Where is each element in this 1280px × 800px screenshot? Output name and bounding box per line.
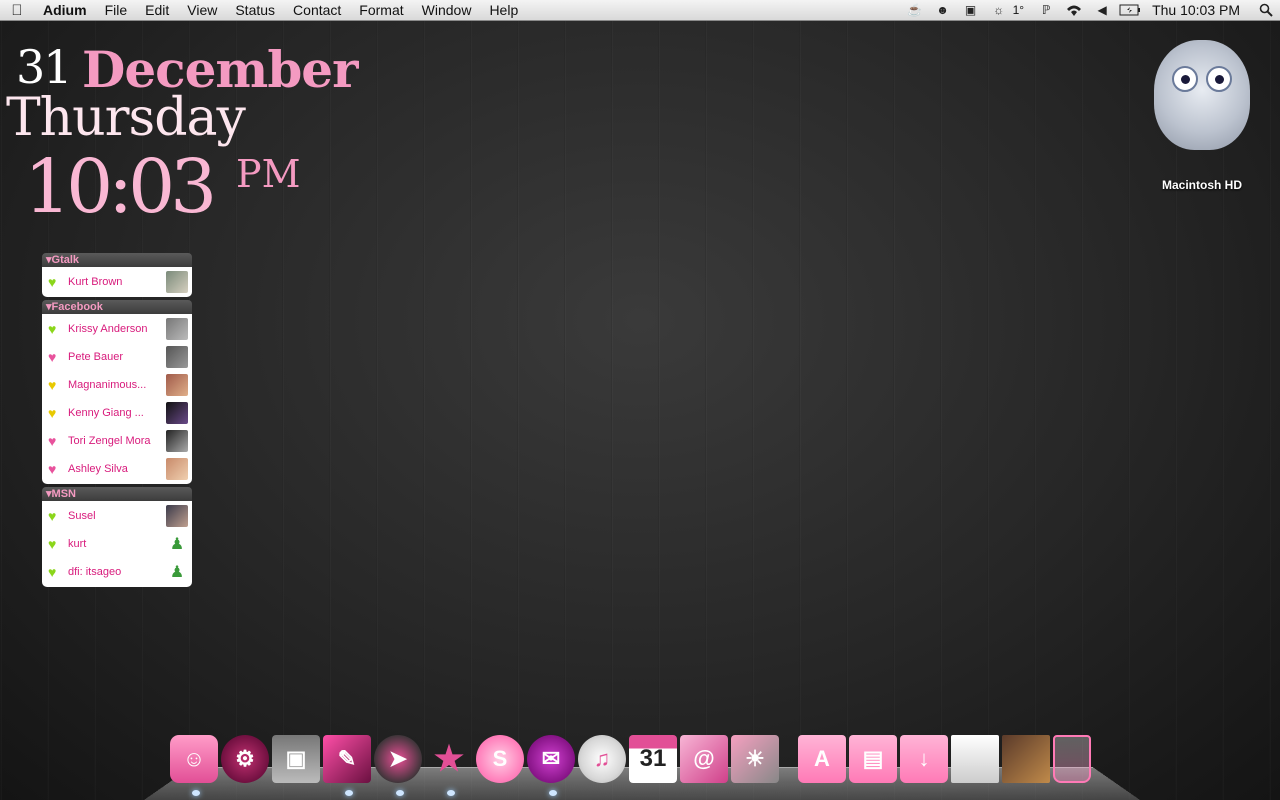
heart-status-icon: ♥ xyxy=(48,274,57,290)
heart-status-icon: ♥ xyxy=(48,433,57,449)
heart-status-icon: ♥ xyxy=(48,405,57,421)
avatar xyxy=(166,458,188,480)
cat-drive-icon xyxy=(1154,40,1250,150)
group-header-facebook[interactable]: ▾Facebook xyxy=(42,300,192,314)
list-item[interactable]: ♥ Tori Zengel Mora xyxy=(42,427,192,455)
list-item[interactable]: ♥ Pete Bauer xyxy=(42,343,192,371)
heart-status-icon: ♥ xyxy=(48,377,57,393)
ical-icon[interactable]: 31 xyxy=(629,735,677,783)
adium-icon[interactable]: ★ xyxy=(425,735,473,783)
running-indicator xyxy=(447,790,455,796)
ichat-icon[interactable]: ✉ xyxy=(527,735,575,783)
menubar-clock[interactable]: Thu 10:03 PM xyxy=(1144,2,1252,18)
group-header-msn[interactable]: ▾MSN xyxy=(42,487,192,501)
dashboard-icon[interactable]: ⚙ xyxy=(221,735,269,783)
preview-icon[interactable]: ✎ xyxy=(323,735,371,783)
applications-folder-icon[interactable]: A xyxy=(798,735,846,783)
list-item[interactable]: ♥ Susel xyxy=(42,502,192,530)
buddy-list: ▾Gtalk ♥ Kurt Brown ▾Facebook ♥ Krissy A… xyxy=(42,253,192,590)
widget-time: 10:03 xyxy=(24,144,217,230)
list-item[interactable]: ♥ dfi: itsageo ♟ xyxy=(42,558,192,586)
menu-edit[interactable]: Edit xyxy=(136,0,178,21)
documents-folder-icon[interactable]: ▤ xyxy=(849,735,897,783)
avatar xyxy=(166,430,188,452)
dock: ☺ ⚙ ▣ ✎ ➤ ★ S ✉ ♫ 31 @ ☀ A ▤ ↓ xyxy=(170,733,1094,783)
dock-separator[interactable] xyxy=(782,739,798,783)
drive-label: Macintosh HD xyxy=(1161,178,1242,192)
heart-status-icon: ♥ xyxy=(48,349,57,365)
group-msn: ♥ Susel ♥ kurt ♟ ♥ dfi: itsageo ♟ xyxy=(42,501,192,587)
menu-file[interactable]: File xyxy=(96,0,137,21)
list-item[interactable]: ♥ Kenny Giang ... xyxy=(42,399,192,427)
msn-buddy-icon: ♟ xyxy=(169,536,185,553)
wifi-icon[interactable] xyxy=(1060,0,1088,21)
avatar xyxy=(166,346,188,368)
heart-status-icon: ♥ xyxy=(48,508,57,524)
group-header-gtalk[interactable]: ▾Gtalk xyxy=(42,253,192,267)
list-item[interactable]: ♥ Krissy Anderson xyxy=(42,315,192,343)
group-gtalk: ♥ Kurt Brown xyxy=(42,267,192,297)
spotlight-icon[interactable] xyxy=(1252,0,1280,21)
photo-icon[interactable] xyxy=(1002,735,1050,783)
menu-view[interactable]: View xyxy=(178,0,226,21)
running-indicator xyxy=(549,790,557,796)
downloads-folder-icon[interactable]: ↓ xyxy=(900,735,948,783)
macintosh-hd-icon[interactable]: Macintosh HD xyxy=(1150,40,1254,192)
heart-status-icon: ♥ xyxy=(48,321,57,337)
running-indicator xyxy=(396,790,404,796)
battery-icon[interactable] xyxy=(1116,0,1144,21)
menu-format[interactable]: Format xyxy=(350,0,412,21)
menu-status[interactable]: Status xyxy=(226,0,284,21)
widget-day: 31 xyxy=(16,40,73,94)
running-indicator xyxy=(192,790,200,796)
iphoto-icon[interactable]: ☀ xyxy=(731,735,779,783)
group-facebook: ♥ Krissy Anderson ♥ Pete Bauer ♥ Magnani… xyxy=(42,314,192,484)
menu-window[interactable]: Window xyxy=(413,0,481,21)
apple-icon[interactable]:  xyxy=(0,2,34,19)
avatar xyxy=(166,318,188,340)
menu-contact[interactable]: Contact xyxy=(284,0,350,21)
msn-buddy-icon: ♟ xyxy=(169,564,185,581)
address-book-icon[interactable]: @ xyxy=(680,735,728,783)
safari-icon[interactable]: ➤ xyxy=(374,735,422,783)
coffee-icon[interactable]: ☕ xyxy=(901,0,929,21)
running-indicator xyxy=(345,790,353,796)
menu-help[interactable]: Help xyxy=(480,0,527,21)
avatar xyxy=(166,271,188,293)
heart-status-icon: ♥ xyxy=(48,536,57,552)
photo-booth-icon[interactable]: ▣ xyxy=(272,735,320,783)
volume-icon[interactable]: ◀ xyxy=(1088,0,1116,21)
list-item[interactable]: ♥ Magnanimous... xyxy=(42,371,192,399)
avatar xyxy=(166,374,188,396)
itunes-icon[interactable]: ♫ xyxy=(578,735,626,783)
heart-status-icon: ♥ xyxy=(48,564,57,580)
date-widget: 31 December Thursday 10:03 PM xyxy=(0,34,358,234)
list-item[interactable]: ♥ Ashley Silva xyxy=(42,455,192,483)
trash-icon[interactable] xyxy=(1053,735,1091,783)
adium-duck-icon[interactable]: ☻ xyxy=(929,0,957,21)
finder-icon[interactable]: ☺ xyxy=(170,735,218,783)
heart-status-icon: ♥ xyxy=(48,461,57,477)
app-menu[interactable]: Adium xyxy=(34,0,96,21)
avatar xyxy=(166,402,188,424)
widget-ampm: PM xyxy=(236,152,301,196)
list-item[interactable]: ♥ Kurt Brown xyxy=(42,268,192,296)
skype-icon[interactable]: S xyxy=(476,735,524,783)
terminal-icon[interactable]: ▣ xyxy=(957,0,985,21)
widget-weekday: Thursday xyxy=(6,88,246,148)
window-icon[interactable] xyxy=(951,735,999,783)
bluetooth-icon[interactable]: ℙ xyxy=(1032,0,1060,21)
weather-icon[interactable]: ☼ xyxy=(985,0,1013,21)
temperature-readout[interactable]: 1° xyxy=(1013,3,1032,17)
list-item[interactable]: ♥ kurt ♟ xyxy=(42,530,192,558)
avatar xyxy=(166,505,188,527)
menu-bar:  Adium File Edit View Status Contact Fo… xyxy=(0,0,1280,21)
